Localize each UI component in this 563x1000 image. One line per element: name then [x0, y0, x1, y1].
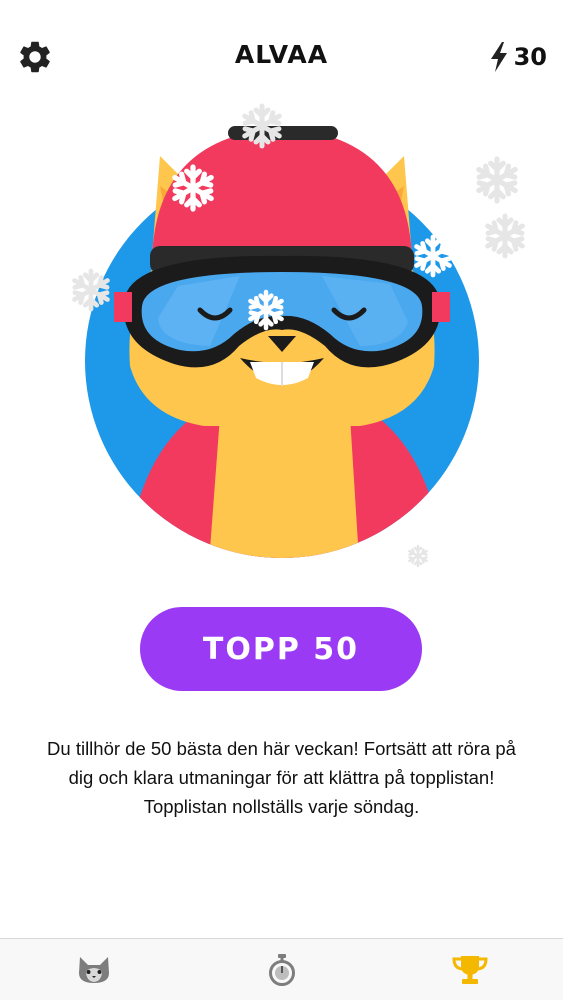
trophy-icon	[451, 956, 488, 984]
snowflake-icon	[408, 544, 428, 568]
stopwatch-icon	[268, 954, 295, 986]
avatar-illustration	[60, 96, 540, 576]
husky-icon	[78, 957, 109, 983]
tab-profile[interactable]	[0, 939, 187, 1000]
screen: ALVAA 30 TOPP 50 Du tillhör de 50 bästa …	[0, 0, 563, 1000]
top-50-button[interactable]: TOPP 50	[140, 607, 422, 691]
lightning-icon	[490, 42, 507, 72]
energy-count: 30	[513, 43, 547, 71]
tab-bar	[0, 938, 563, 1000]
snowflake-icon	[488, 216, 523, 256]
tab-activity[interactable]	[188, 939, 375, 1000]
energy-counter: 30	[488, 40, 547, 74]
leaderboard-description: Du tillhör de 50 bästa den här veckan! F…	[47, 738, 516, 817]
tab-leaderboard[interactable]	[376, 939, 563, 1000]
page-title: ALVAA	[234, 40, 329, 69]
snowflake-icon	[479, 159, 515, 201]
